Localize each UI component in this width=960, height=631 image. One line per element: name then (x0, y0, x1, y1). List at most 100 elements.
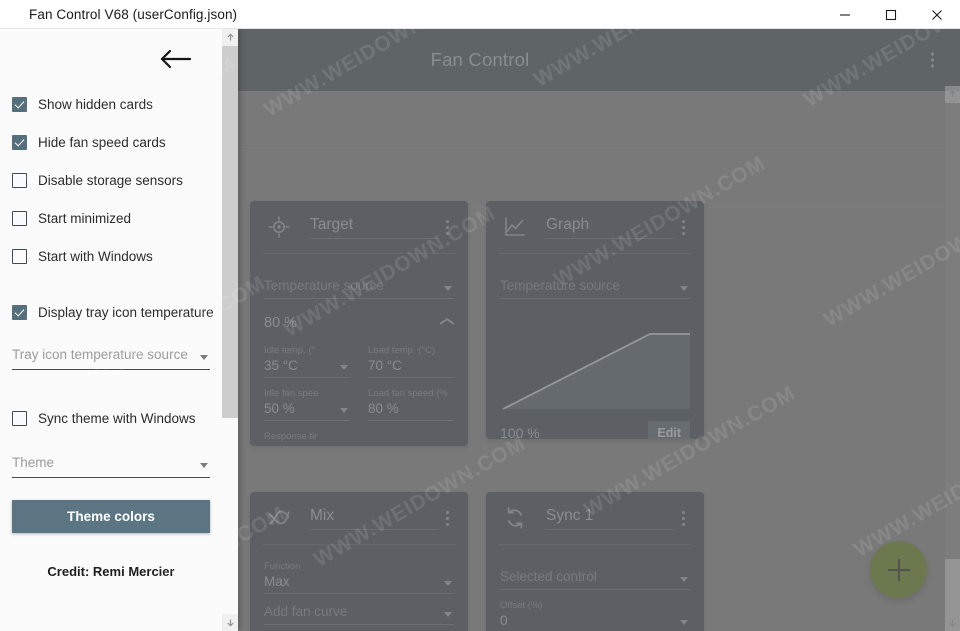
checkbox-box[interactable] (12, 134, 27, 150)
response-time-value: 1 (264, 443, 350, 446)
target-fields-grid: Idle temp. (° 35 °C Load temp. (°C) 70 °… (264, 341, 454, 446)
kebab-menu-icon[interactable] (674, 216, 692, 239)
plus-icon (887, 558, 910, 581)
checkbox-disable-storage-sensors[interactable]: Disable storage sensors (12, 169, 210, 191)
idle-fan-speed-field[interactable]: Idle fan spee 50 % (264, 388, 350, 421)
chevron-down-icon (340, 365, 348, 370)
scroll-thumb[interactable] (945, 103, 960, 559)
window-title: Fan Control V68 (userConfig.json) (29, 6, 238, 22)
app-body: Fan Control Target Temperature source 80… (0, 29, 960, 631)
function-select[interactable]: Function Max (264, 561, 454, 594)
close-button[interactable] (914, 0, 960, 29)
minimize-button[interactable] (822, 0, 868, 29)
checkbox-box[interactable] (12, 248, 27, 264)
response-time-field[interactable]: Response tir 1 (264, 431, 350, 446)
window-controls (822, 0, 960, 29)
offset-label: Offset (%) (500, 600, 543, 611)
fan-curve-preview[interactable] (500, 313, 690, 411)
chevron-down-icon (680, 286, 688, 291)
kebab-menu-icon[interactable] (674, 507, 692, 530)
scroll-thumb[interactable] (222, 46, 238, 418)
idle-fan-speed-value: 50 % (264, 400, 350, 421)
graph-percent-value: 100 % (500, 425, 540, 439)
checkbox-sync-theme-with-windows[interactable]: Sync theme with Windows (12, 407, 210, 429)
card-mix-header: Mix (250, 492, 468, 544)
edit-button[interactable]: Edit (648, 421, 690, 439)
card-sync[interactable]: Sync 1 Selected control Offset (%) 0 (486, 492, 704, 631)
checkbox-box[interactable] (12, 210, 27, 226)
load-fan-speed-field[interactable]: Load fan speed (% 80 % (368, 388, 454, 421)
line-chart-icon (500, 212, 530, 242)
checkbox-start-minimized[interactable]: Start minimized (12, 207, 210, 229)
card-mix-title-field[interactable]: Mix (310, 507, 438, 530)
chevron-up-icon[interactable] (440, 319, 454, 328)
checkbox-box[interactable] (12, 96, 27, 112)
card-title: Mix (310, 506, 335, 524)
load-temp-value: 70 °C (368, 357, 454, 378)
card-target-body: Temperature source 80 % Idle temp. (° 35… (250, 254, 468, 446)
card-target-title-field[interactable]: Target (310, 216, 438, 239)
maximize-button[interactable] (868, 0, 914, 29)
card-graph-header: Graph (486, 201, 704, 253)
temperature-source-select[interactable]: Temperature source (264, 276, 454, 299)
chevron-down-icon (340, 408, 348, 413)
load-fan-speed-label: Load fan speed (% (368, 388, 448, 399)
card-target-header: Target (250, 201, 468, 253)
main-scrollbar[interactable] (945, 86, 960, 631)
card-title: Sync 1 (546, 506, 594, 524)
sync-refresh-icon (500, 503, 530, 533)
chevron-down-icon (680, 620, 688, 625)
theme-colors-button[interactable]: Theme colors (12, 500, 210, 533)
card-graph-body: Temperature source 100 % Edit (486, 254, 704, 439)
page-title: Fan Control (430, 49, 530, 70)
card-sync-title-field[interactable]: Sync 1 (546, 507, 674, 530)
target-percent-row[interactable]: 80 % (264, 315, 454, 335)
checkbox-label: Disable storage sensors (38, 172, 183, 188)
kebab-menu-icon[interactable] (438, 216, 456, 239)
card-graph-title-field[interactable]: Graph (546, 216, 674, 239)
theme-placeholder: Theme (12, 455, 55, 470)
card-target[interactable]: Target Temperature source 80 % Idle temp… (250, 201, 468, 446)
app-window: Fan Control V68 (userConfig.json) Fan Co… (0, 0, 960, 631)
tray-icon-temperature-source-select[interactable]: Tray icon temperature source (12, 345, 210, 370)
theme-select[interactable]: Theme (12, 453, 210, 478)
load-fan-speed-value: 80 % (368, 400, 454, 421)
card-sync-body: Selected control Offset (%) 0 (486, 545, 704, 631)
settings-sidebar: Show hidden cards Hide fan speed cards D… (0, 29, 238, 631)
checkbox-display-tray-icon-temperature[interactable]: Display tray icon temperature (12, 301, 214, 323)
scroll-down-icon[interactable] (222, 614, 238, 631)
scroll-down-icon[interactable] (945, 614, 960, 631)
add-card-fab[interactable] (870, 541, 927, 598)
function-value: Max (264, 573, 454, 594)
card-title: Graph (546, 215, 590, 233)
load-temp-field[interactable]: Load temp. (°C) 70 °C (368, 345, 454, 378)
target-percent-value: 80 % (264, 315, 298, 331)
checkbox-hide-fan-speed-cards[interactable]: Hide fan speed cards (12, 131, 210, 153)
kebab-menu-icon[interactable] (927, 49, 938, 72)
checkbox-box[interactable] (12, 304, 27, 320)
back-row (12, 29, 210, 93)
kebab-menu-icon[interactable] (438, 507, 456, 530)
checkbox-start-with-windows[interactable]: Start with Windows (12, 245, 210, 267)
card-graph[interactable]: Graph Temperature source 100 % Edit (486, 201, 704, 439)
idle-temp-field[interactable]: Idle temp. (° 35 °C (264, 345, 350, 378)
checkbox-box[interactable] (12, 410, 27, 426)
temperature-source-placeholder: Temperature source (264, 276, 454, 299)
temperature-source-select[interactable]: Temperature source (500, 276, 690, 299)
add-fan-curve-select[interactable]: Add fan curve (264, 602, 454, 625)
scroll-up-icon[interactable] (945, 86, 960, 103)
credit-text: Credit: Remi Mercier (47, 564, 175, 579)
checkbox-box[interactable] (12, 172, 27, 188)
selected-control-select[interactable]: Selected control (500, 567, 690, 590)
arrow-left-icon[interactable] (158, 48, 192, 75)
function-label: Function (264, 561, 301, 572)
checkbox-show-hidden-cards[interactable]: Show hidden cards (12, 93, 210, 115)
scroll-up-icon[interactable] (222, 29, 238, 46)
checkbox-label: Hide fan speed cards (38, 134, 166, 150)
offset-select[interactable]: Offset (%) 0 (500, 600, 690, 631)
target-crosshair-icon (264, 212, 294, 242)
sidebar-scrollbar[interactable] (222, 29, 238, 631)
card-mix[interactable]: Mix Function Max Add fan curve (250, 492, 468, 631)
